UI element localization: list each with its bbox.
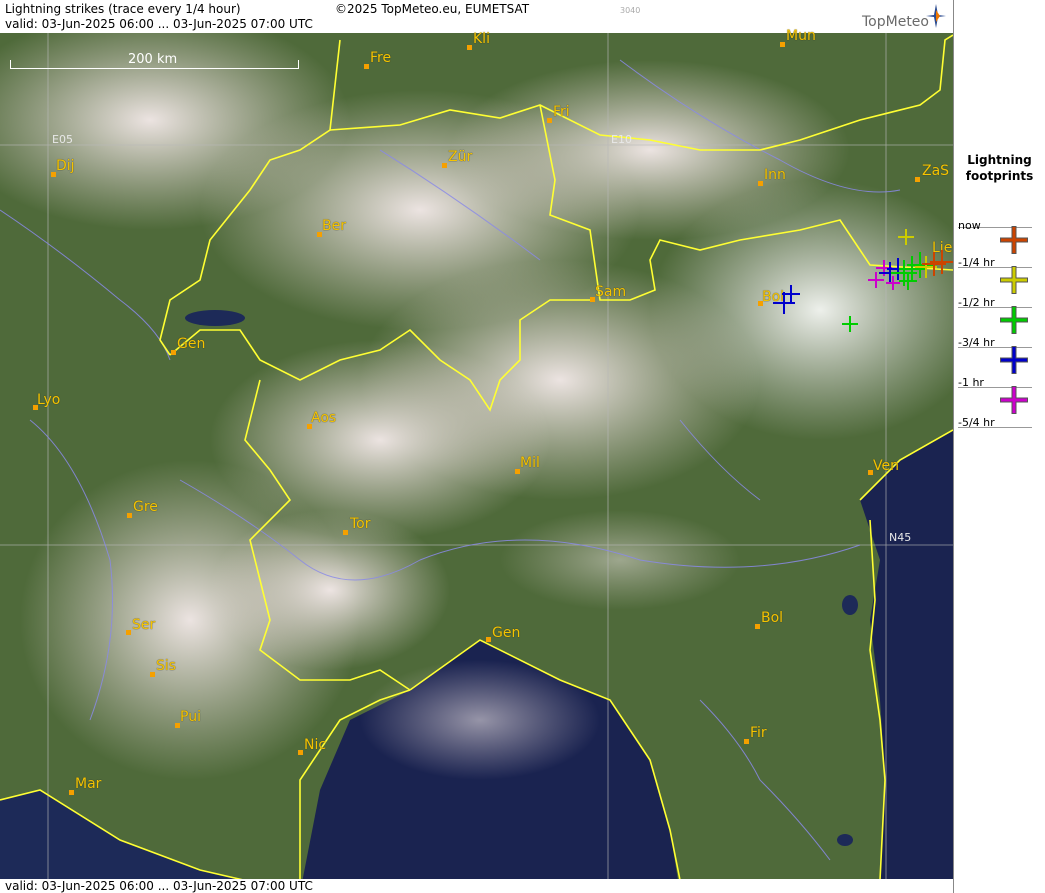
strike-marker: [898, 229, 914, 245]
lightning-map-page: Lightning strikes (trace every 1/4 hour)…: [0, 0, 1045, 893]
legend-cross-icon: [1000, 346, 1028, 374]
strike-marker: [868, 272, 884, 288]
legend-cross-icon: [1000, 306, 1028, 334]
lightning-markers: [773, 229, 953, 332]
lightning-legend: Lightning footprints now -1/4 hr -1/2 hr -3…: [954, 0, 1045, 893]
valid-time-bottom: valid: 03-Jun-2025 06:00 ... 03-Jun-2025…: [5, 879, 313, 893]
legend-label: -1 hr: [958, 376, 984, 389]
legend-label: -5/4 hr: [958, 416, 995, 429]
strike-marker: [899, 272, 917, 290]
strike-marker: [899, 256, 925, 282]
legend-title: Lightning footprints: [965, 153, 1034, 183]
legend-label: -1/2 hr: [958, 296, 995, 309]
legend-label: -3/4 hr: [958, 336, 995, 349]
legend-cross-icon: [1000, 226, 1028, 254]
legend-label: -1/4 hr: [958, 256, 995, 269]
satellite-map[interactable]: Lightning strikes (trace every 1/4 hour)…: [0, 0, 954, 893]
legend-cross-icon: [1000, 266, 1028, 294]
strike-marker: [842, 316, 858, 332]
legend-cross-icon: [1000, 386, 1028, 414]
legend-label: now: [958, 219, 981, 232]
